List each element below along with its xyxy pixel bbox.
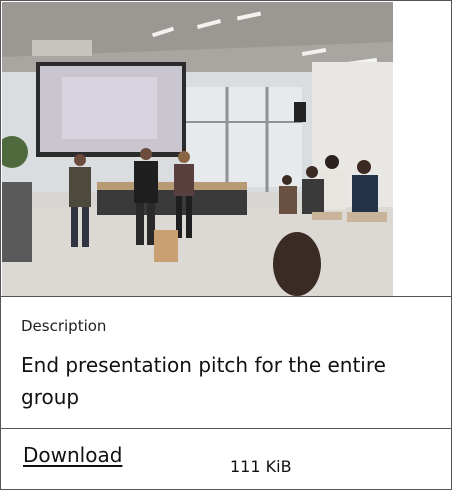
description-text: End presentation pitch for the entire gr… <box>21 353 386 409</box>
media-card: Description End presentation pitch for t… <box>0 0 452 490</box>
file-size: 111 KiB <box>230 457 292 476</box>
download-link[interactable]: Download <box>23 443 122 467</box>
description-section: Description End presentation pitch for t… <box>1 297 451 428</box>
description-label: Description <box>21 317 107 335</box>
download-row: Download 111 KiB <box>1 429 451 489</box>
event-photo <box>2 2 393 296</box>
